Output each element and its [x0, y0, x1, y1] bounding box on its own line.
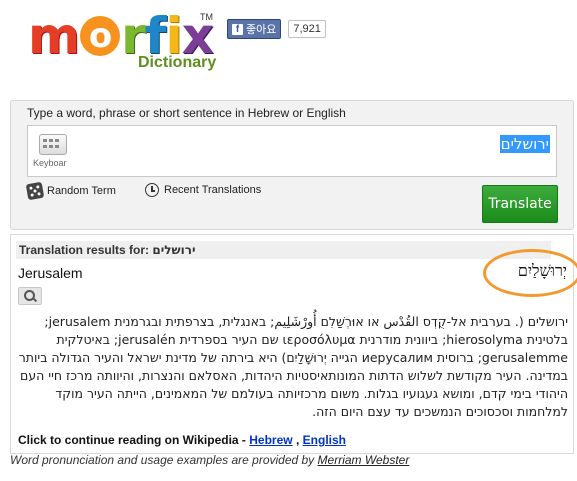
logo-letter-m: m [28, 7, 80, 65]
results-header-term: ירושלים [152, 243, 196, 257]
recent-translations-link[interactable]: Recent Translations [145, 183, 261, 197]
wikipedia-hebrew-link[interactable]: Hebrew [249, 433, 292, 447]
wikipedia-prefix: Click to continue reading on Wikipedia - [18, 433, 246, 447]
virtual-keyboard-button[interactable]: Keyboar [33, 132, 73, 172]
facebook-f-icon: f [232, 23, 243, 35]
hebrew-term-vocalized: יְרוּשָׁלַיִם [517, 261, 567, 280]
recent-translations-label: Recent Translations [164, 184, 262, 196]
magnifier-icon [24, 290, 35, 301]
credits-line: Word pronunciation and usage examples ar… [10, 453, 409, 467]
clock-icon [145, 183, 159, 197]
search-prompt: Type a word, phrase or short sentence in… [27, 106, 346, 120]
logo-letter-o: o [80, 16, 121, 56]
morfix-logo[interactable]: m o rfix TM Dictionary [28, 6, 218, 76]
keyboard-label: Keyboar [33, 158, 67, 168]
facebook-like-widget: f 좋아요 7,921 [227, 19, 326, 39]
keyboard-icon [39, 134, 67, 155]
random-term-label: Random Term [47, 185, 116, 197]
wikipedia-english-link[interactable]: English [303, 433, 346, 447]
wikipedia-excerpt: ירושלים (. בערבית אל-קֻדְס القُدْس או או… [18, 314, 568, 419]
credits-text: Word pronunciation and usage examples ar… [10, 453, 315, 467]
wikipedia-footer: Click to continue reading on Wikipedia -… [18, 433, 346, 447]
random-term-link[interactable]: Random Term [25, 181, 116, 201]
search-input[interactable]: ירושלים [499, 135, 550, 153]
results-header: Translation results for: ירושלים [16, 241, 551, 259]
results-panel: Translation results for: ירושלים Jerusal… [10, 234, 577, 454]
wikipedia-separator: , [295, 433, 300, 447]
english-translation: Jerusalem [18, 265, 83, 281]
facebook-like-button[interactable]: f 좋아요 [227, 19, 282, 39]
search-panel: Type a word, phrase or short sentence in… [10, 100, 574, 230]
logo-subtitle: Dictionary [138, 54, 217, 71]
trademark: TM [200, 12, 213, 22]
dice-icon [25, 181, 45, 201]
translate-button[interactable]: Translate [482, 185, 558, 223]
search-box: Keyboar ירושלים [27, 125, 557, 177]
merriam-webster-link[interactable]: Merriam Webster [318, 453, 410, 467]
magnifier-button[interactable] [18, 287, 42, 305]
results-header-label: Translation results for: [19, 243, 150, 257]
facebook-like-count: 7,921 [288, 20, 326, 38]
facebook-like-label: 좋아요 [246, 24, 277, 36]
